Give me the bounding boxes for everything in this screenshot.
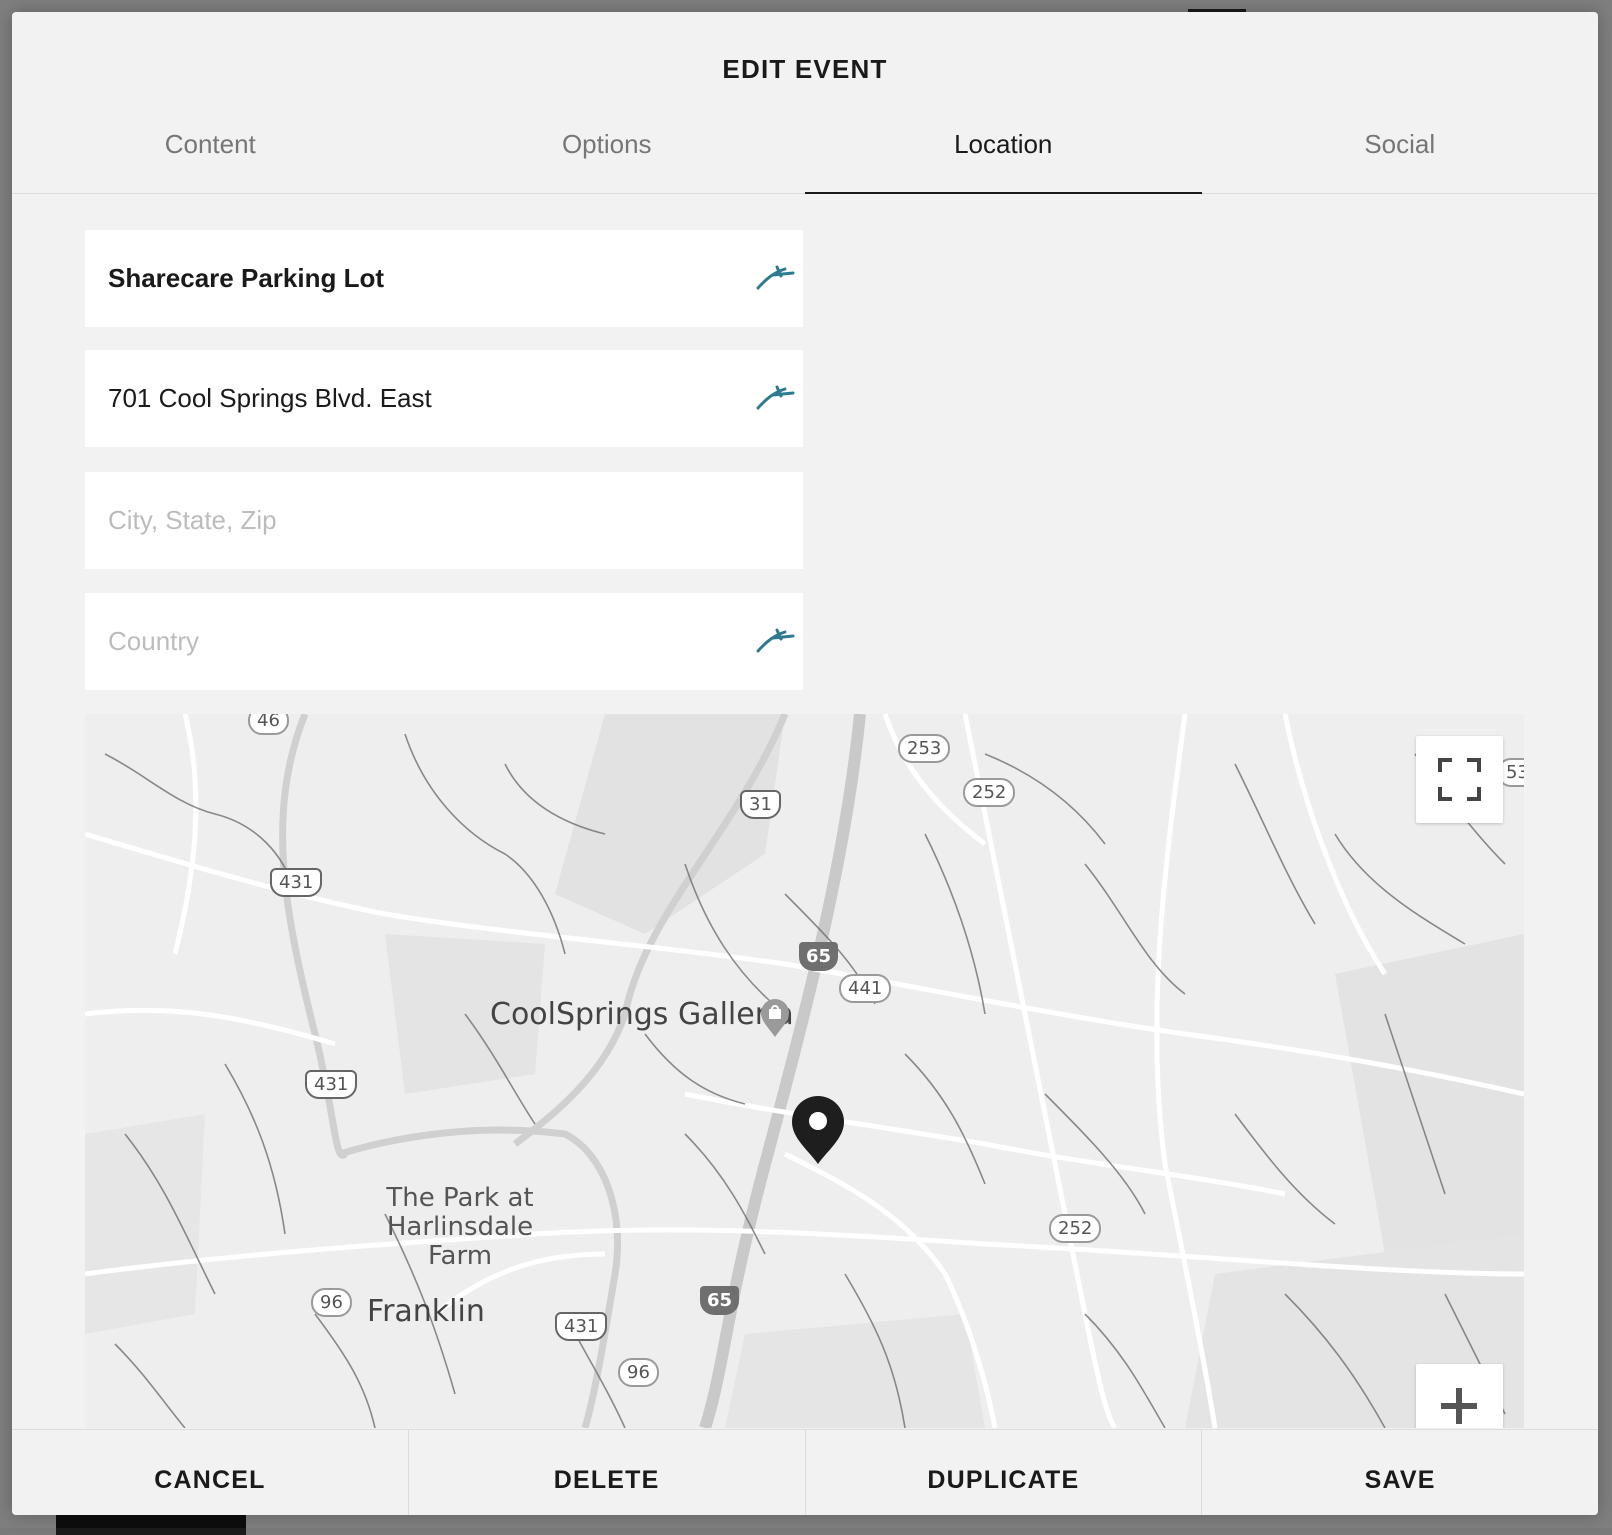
tab-options[interactable]: Options [409,108,806,193]
location-map[interactable]: CoolSprings Galleria The Park at Harlins… [85,714,1524,1428]
shopping-bag-icon [761,999,789,1037]
tab-location[interactable]: Location [805,108,1202,194]
save-button[interactable]: SAVE [1202,1430,1598,1515]
autofill-swoosh-icon[interactable] [755,260,795,292]
address-field [85,350,803,447]
tab-social[interactable]: Social [1202,108,1599,193]
city-state-zip-field [85,472,803,569]
route-shield: 252 [1049,1214,1102,1243]
edit-event-modal: EDIT EVENT Content Options Location Soci… [12,12,1598,1515]
country-field [85,593,803,690]
map-zoom-in-button[interactable] [1416,1364,1503,1428]
autofill-swoosh-icon[interactable] [755,623,795,655]
cancel-button[interactable]: CANCEL [12,1430,409,1515]
us-route-shield: 431 [270,868,323,897]
us-route-shield: 431 [555,1312,608,1341]
map-terrain [85,714,1524,1428]
modal-footer: CANCEL DELETE DUPLICATE SAVE [12,1429,1598,1515]
fullscreen-icon [1438,758,1481,801]
location-name-field [85,230,803,327]
interstate-shield: 65 [799,942,839,971]
interstate-shield: 65 [700,1286,740,1315]
map-label-park: The Park at Harlinsdale Farm [386,1183,534,1271]
route-shield: 252 [963,778,1016,807]
plus-icon [1441,1388,1477,1424]
route-shield: 96 [618,1358,659,1387]
tab-bar: Content Options Location Social [12,108,1598,194]
tab-content[interactable]: Content [12,108,409,193]
delete-button[interactable]: DELETE [409,1430,806,1515]
map-pin-icon[interactable] [790,1094,846,1166]
route-shield: 441 [839,974,892,1003]
city-state-zip-input[interactable] [108,505,708,536]
country-input[interactable] [108,626,708,657]
map-label-franklin: Franklin [367,1294,485,1329]
us-route-shield: 431 [305,1070,358,1099]
location-name-input[interactable] [108,263,708,294]
map-label-coolsprings: CoolSprings Galleria [490,997,794,1032]
route-shield: 46 [248,714,289,735]
modal-title: EDIT EVENT [722,54,888,84]
route-shield: 96 [311,1288,352,1317]
autofill-swoosh-icon[interactable] [755,380,795,412]
route-shield: 253 [898,734,951,763]
us-route-shield: 31 [740,790,781,819]
map-fullscreen-button[interactable] [1416,736,1503,823]
duplicate-button[interactable]: DUPLICATE [806,1430,1203,1515]
address-input[interactable] [108,383,708,414]
